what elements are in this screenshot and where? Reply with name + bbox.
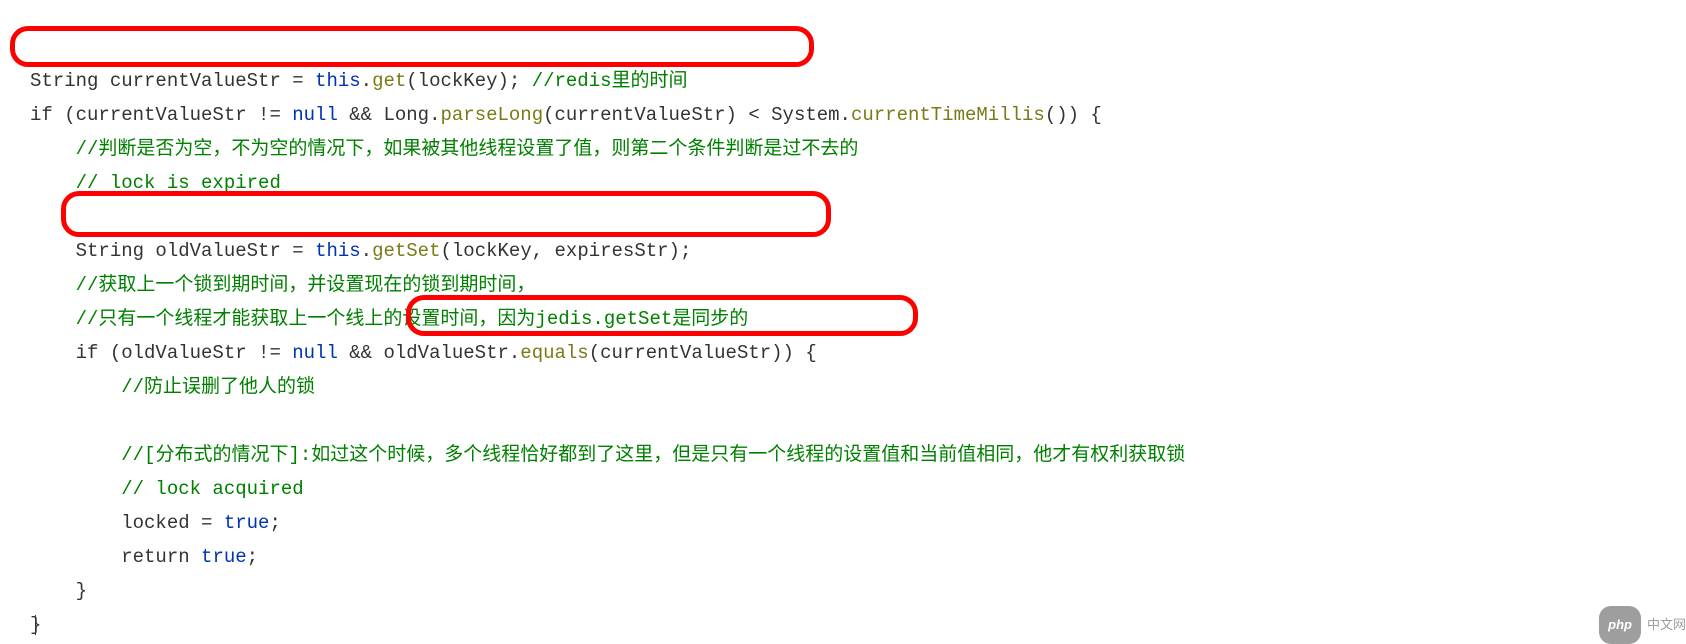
- code-line-4: // lock is expired: [30, 172, 281, 194]
- code-line-2: if (currentValueStr != null && Long.pars…: [30, 104, 1102, 126]
- code-line-12: //[分布式的情况下]:如过这个时候，多个线程恰好都到了这里，但是只有一个线程的…: [30, 444, 1185, 466]
- code-line-3: //判断是否为空，不为空的情况下，如果被其他线程设置了值，则第二个条件判断是过不…: [30, 138, 858, 160]
- watermark-badge: php: [1599, 606, 1641, 644]
- code-line-6: String oldValueStr = this.getSet(lockKey…: [30, 240, 691, 262]
- code-line-9: if (oldValueStr != null && oldValueStr.e…: [30, 342, 817, 364]
- code-line-10: //防止误删了他人的锁: [30, 376, 315, 398]
- watermark-text: 中文网: [1647, 608, 1686, 642]
- code-line-13: // lock acquired: [30, 478, 304, 500]
- code-line-15: return true;: [30, 546, 258, 568]
- code-block: String currentValueStr = this.get(lockKe…: [30, 30, 1656, 642]
- code-line-14: locked = true;: [30, 512, 281, 534]
- code-line-8: //只有一个线程才能获取上一个线上的设置时间，因为jedis.getSet是同步…: [30, 308, 748, 330]
- watermark: php 中文网: [1599, 606, 1686, 644]
- code-line-7: //获取上一个锁到期时间，并设置现在的锁到期时间，: [30, 274, 535, 296]
- code-line-17: }: [30, 614, 36, 636]
- code-line-16: }: [30, 580, 87, 602]
- text-cursor: [35, 615, 36, 635]
- code-line-1: String currentValueStr = this.get(lockKe…: [30, 70, 688, 92]
